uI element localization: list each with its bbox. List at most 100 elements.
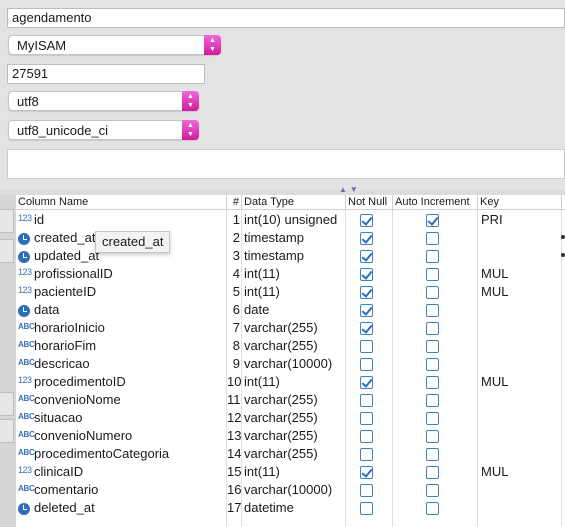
not-null-checkbox[interactable] (360, 304, 373, 317)
data-type-cell[interactable]: int(11) (242, 373, 345, 391)
column-name-cell[interactable]: deleted_at (16, 499, 226, 517)
table-row[interactable]: ABCsituacao 12 varchar(255) (16, 409, 565, 427)
key-cell[interactable] (478, 355, 564, 373)
encoding-select[interactable]: utf8 ▲ ▼ (8, 91, 199, 111)
header-key[interactable]: Key (478, 195, 562, 210)
not-null-checkbox[interactable] (360, 322, 373, 335)
column-name-cell[interactable]: 123 profissionalID (16, 265, 226, 283)
data-type-cell[interactable]: timestamp (242, 247, 345, 265)
auto-increment-checkbox[interactable] (426, 448, 439, 461)
data-type-cell[interactable]: date (242, 301, 345, 319)
collation-select[interactable]: utf8_unicode_ci ▲ ▼ (8, 120, 199, 140)
auto-increment-checkbox[interactable] (426, 250, 439, 263)
key-cell[interactable] (478, 445, 564, 463)
auto-increment-checkbox[interactable] (426, 412, 439, 425)
column-name-cell[interactable]: ABCprocedimentoCategoria (16, 445, 226, 463)
auto-increment-checkbox[interactable] (426, 268, 439, 281)
not-null-checkbox[interactable] (360, 268, 373, 281)
data-type-cell[interactable]: varchar(10000) (242, 355, 345, 373)
key-cell[interactable] (478, 391, 564, 409)
sidebar-tab[interactable] (0, 419, 14, 443)
header-num[interactable]: # (227, 195, 242, 210)
split-handle-icon[interactable]: ▲▼ (339, 185, 361, 194)
table-row[interactable]: 123 procedimentoID 10 int(11) MUL (16, 373, 565, 391)
table-row[interactable]: ABCdescricao 9 varchar(10000) (16, 355, 565, 373)
table-row[interactable]: 123 id 1 int(10) unsigned PRI (16, 211, 565, 229)
table-row[interactable]: 123 pacienteID 5 int(11) MUL (16, 283, 565, 301)
not-null-checkbox[interactable] (360, 232, 373, 245)
key-cell[interactable] (478, 247, 564, 265)
auto-increment-checkbox[interactable] (426, 430, 439, 443)
not-null-checkbox[interactable] (360, 430, 373, 443)
column-name-cell[interactable]: ABCcomentario (16, 481, 226, 499)
key-cell[interactable] (478, 229, 564, 247)
column-name-cell[interactable]: 123 id (16, 211, 226, 229)
sidebar-tab[interactable] (0, 239, 14, 263)
data-type-cell[interactable]: int(11) (242, 463, 345, 481)
data-type-cell[interactable]: varchar(255) (242, 337, 345, 355)
key-cell[interactable]: PRI (478, 211, 564, 229)
not-null-checkbox[interactable] (360, 502, 373, 515)
key-cell[interactable] (478, 301, 564, 319)
not-null-checkbox[interactable] (360, 466, 373, 479)
data-type-cell[interactable]: varchar(255) (242, 445, 345, 463)
key-cell[interactable] (478, 427, 564, 445)
not-null-checkbox[interactable] (360, 412, 373, 425)
data-type-cell[interactable]: datetime (242, 499, 345, 517)
column-name-cell[interactable]: 123 clinicaID (16, 463, 226, 481)
not-null-checkbox[interactable] (360, 214, 373, 227)
key-cell[interactable] (478, 319, 564, 337)
data-type-cell[interactable]: int(11) (242, 265, 345, 283)
table-row[interactable]: ABCconvenioNome 11 varchar(255) (16, 391, 565, 409)
key-cell[interactable]: MUL (478, 265, 564, 283)
header-not-null[interactable]: Not Null (346, 195, 393, 210)
not-null-checkbox[interactable] (360, 376, 373, 389)
engine-select[interactable]: MyISAM ▲ ▼ (8, 35, 221, 55)
key-cell[interactable]: MUL (478, 463, 564, 481)
auto-increment-checkbox[interactable] (426, 394, 439, 407)
column-name-cell[interactable]: 123 procedimentoID (16, 373, 226, 391)
data-type-cell[interactable]: int(10) unsigned (242, 211, 345, 229)
data-type-cell[interactable]: timestamp (242, 229, 345, 247)
sidebar-tab[interactable] (0, 209, 14, 233)
key-cell[interactable] (478, 337, 564, 355)
not-null-checkbox[interactable] (360, 484, 373, 497)
key-cell[interactable]: MUL (478, 283, 564, 301)
not-null-checkbox[interactable] (360, 250, 373, 263)
auto-increment-checkbox[interactable] (426, 376, 439, 389)
table-row[interactable]: ABChorarioInicio 7 varchar(255) (16, 319, 565, 337)
auto-increment-checkbox[interactable] (426, 466, 439, 479)
column-name-cell[interactable]: ABCconvenioNumero (16, 427, 226, 445)
table-row[interactable]: ABCcomentario 16 varchar(10000) (16, 481, 565, 499)
not-null-checkbox[interactable] (360, 448, 373, 461)
column-name-cell[interactable]: 123 pacienteID (16, 283, 226, 301)
key-cell[interactable] (478, 499, 564, 517)
table-row[interactable]: 123 profissionalID 4 int(11) MUL (16, 265, 565, 283)
table-row[interactable]: deleted_at 17 datetime (16, 499, 565, 517)
table-row[interactable]: data 6 date (16, 301, 565, 319)
table-row[interactable]: ABChorarioFim 8 varchar(255) (16, 337, 565, 355)
not-null-checkbox[interactable] (360, 394, 373, 407)
key-cell[interactable] (478, 409, 564, 427)
not-null-checkbox[interactable] (360, 340, 373, 353)
table-name-field[interactable]: agendamento (7, 8, 565, 28)
auto-increment-checkbox[interactable] (426, 502, 439, 515)
data-type-cell[interactable]: varchar(10000) (242, 481, 345, 499)
column-name-cell[interactable]: ABCsituacao (16, 409, 226, 427)
data-type-cell[interactable]: int(11) (242, 283, 345, 301)
auto-increment-checkbox[interactable] (426, 214, 439, 227)
key-cell[interactable]: MUL (478, 373, 564, 391)
key-cell[interactable] (478, 481, 564, 499)
comment-textarea[interactable] (7, 149, 565, 179)
auto-increment-checkbox[interactable] (426, 484, 439, 497)
table-row[interactable]: ABCconvenioNumero 13 varchar(255) (16, 427, 565, 445)
header-column-name[interactable]: Column Name (16, 195, 227, 210)
column-name-cell[interactable]: ABChorarioFim (16, 337, 226, 355)
table-row[interactable]: 123 clinicaID 15 int(11) MUL (16, 463, 565, 481)
auto-increment-checkbox[interactable] (426, 286, 439, 299)
column-name-cell[interactable]: ABChorarioInicio (16, 319, 226, 337)
data-type-cell[interactable]: varchar(255) (242, 391, 345, 409)
header-data-type[interactable]: Data Type (242, 195, 346, 210)
auto-increment-checkbox[interactable] (426, 322, 439, 335)
column-name-cell[interactable]: ABCdescricao (16, 355, 226, 373)
